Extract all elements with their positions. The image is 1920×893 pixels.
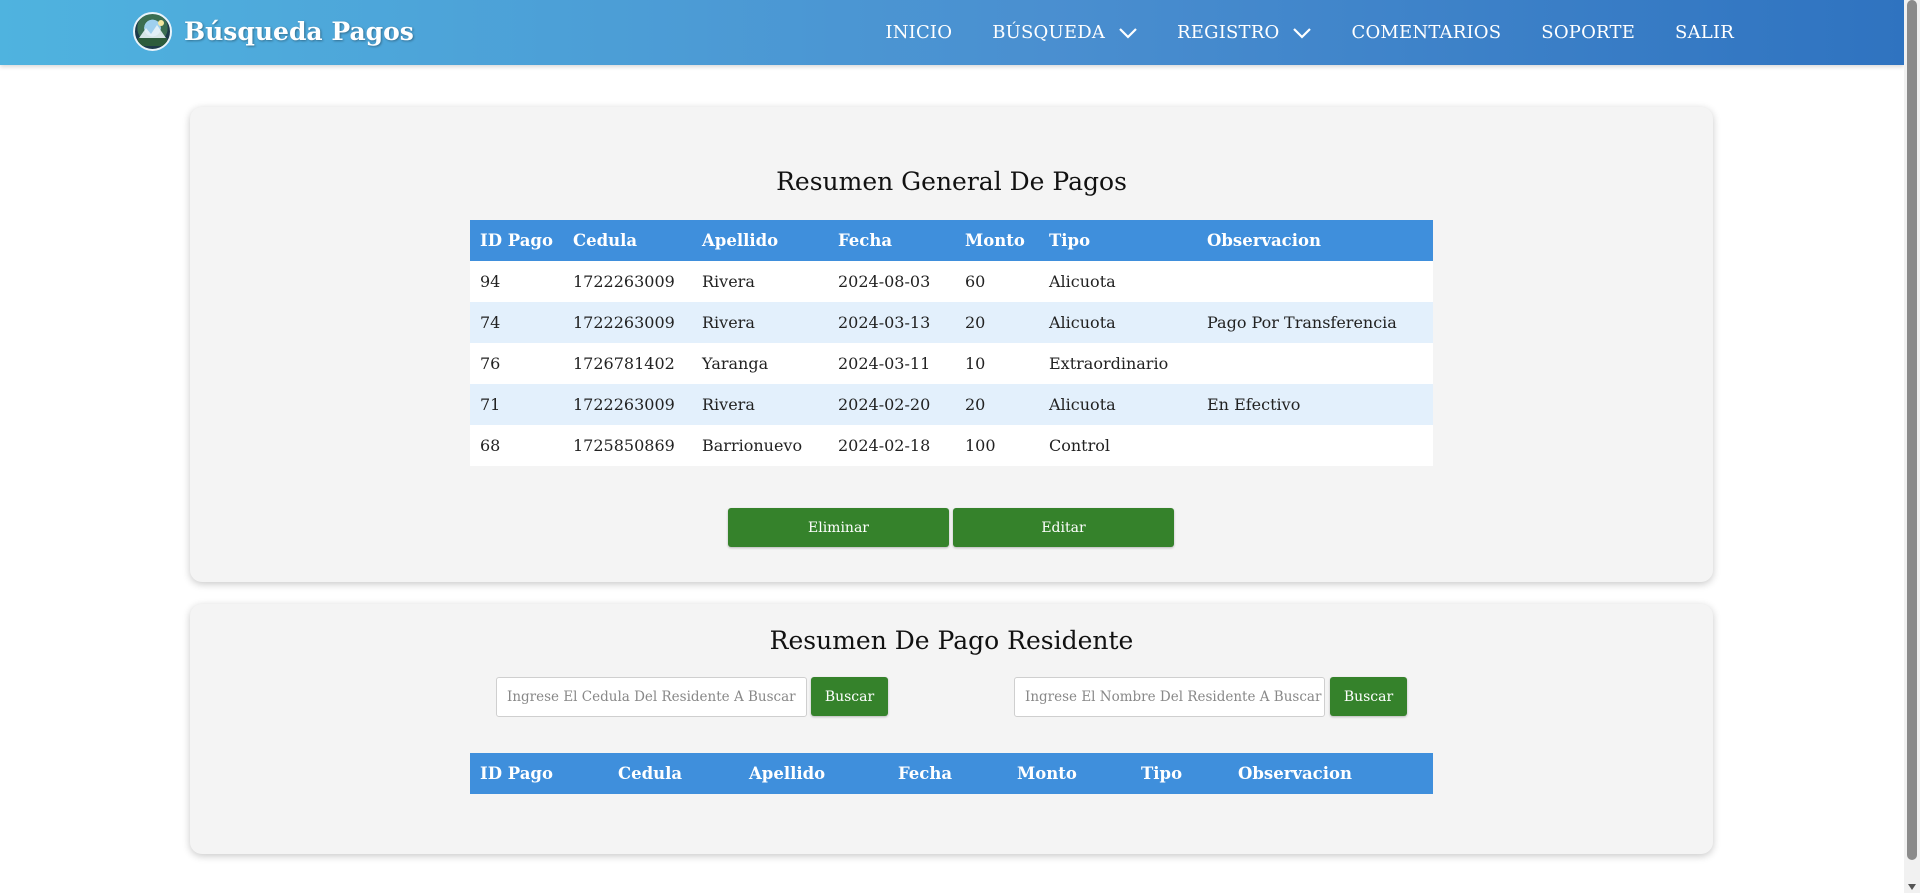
cell-tipo: Extraordinario <box>1049 354 1169 373</box>
search-cedula-button[interactable]: Buscar <box>811 677 888 716</box>
col-apellido[interactable]: Apellido <box>739 753 888 794</box>
main-nav: INICIO BÚSQUEDA REGISTRO COMENTARIOS SOP… <box>845 0 1734 65</box>
cell-monto: 100 <box>965 436 996 455</box>
cell-cedula: 1726781402 <box>573 354 675 373</box>
cell-id: 76 <box>480 354 501 373</box>
nav-salir[interactable]: SALIR <box>1675 22 1734 43</box>
table-header-row: ID Pago Cedula Apellido Fecha Monto Tipo… <box>470 753 1433 794</box>
cell-fecha: 2024-02-20 <box>838 395 931 414</box>
col-cedula[interactable]: Cedula <box>563 220 692 261</box>
resident-summary-title: Resumen De Pago Residente <box>769 626 1134 655</box>
cell-monto: 20 <box>965 395 986 414</box>
cell-apellido: Yaranga <box>702 354 769 373</box>
scroll-down-arrow-icon[interactable] <box>1908 884 1916 890</box>
cell-apellido: Rivera <box>702 313 755 332</box>
table-header-row: ID Pago Cedula Apellido Fecha Monto Tipo… <box>470 220 1433 261</box>
cell-tipo: Alicuota <box>1049 395 1116 414</box>
col-id-pago[interactable]: ID Pago <box>470 220 563 261</box>
search-nombre-button[interactable]: Buscar <box>1330 677 1407 716</box>
cell-cedula: 1722263009 <box>573 272 675 291</box>
delete-button[interactable]: Eliminar <box>728 508 949 547</box>
nav-label: BÚSQUEDA <box>992 22 1106 43</box>
general-summary-card: Resumen General De Pagos ID Pago Cedula … <box>190 107 1713 582</box>
col-tipo[interactable]: Tipo <box>1131 753 1228 794</box>
chevron-down-icon <box>1293 27 1312 39</box>
col-observacion[interactable]: Observacion <box>1197 220 1433 261</box>
brand[interactable]: Búsqueda Pagos <box>133 12 414 51</box>
cell-apellido: Barrionuevo <box>702 436 803 455</box>
col-apellido[interactable]: Apellido <box>692 220 828 261</box>
cedula-search-input[interactable] <box>496 677 807 717</box>
col-fecha[interactable]: Fecha <box>828 220 955 261</box>
cell-tipo: Alicuota <box>1049 313 1116 332</box>
cell-tipo: Control <box>1049 436 1111 455</box>
cell-monto: 10 <box>965 354 986 373</box>
edit-button[interactable]: Editar <box>953 508 1174 547</box>
cell-monto: 20 <box>965 313 986 332</box>
table-row[interactable]: 74 1722263009 Rivera 2024-03-13 20 Alicu… <box>470 302 1433 343</box>
table-row[interactable]: 76 1726781402 Yaranga 2024-03-11 10 Extr… <box>470 343 1433 384</box>
cell-observacion <box>1197 425 1433 466</box>
cell-observacion: En Efectivo <box>1207 395 1301 414</box>
cell-observacion: Pago Por Transferencia <box>1207 313 1397 332</box>
table-row[interactable]: 68 1725850869 Barrionuevo 2024-02-18 100… <box>470 425 1433 466</box>
community-logo-icon <box>133 12 172 51</box>
table-row[interactable]: 94 1722263009 Rivera 2024-08-03 60 Alicu… <box>470 261 1433 302</box>
general-summary-title: Resumen General De Pagos <box>776 167 1127 196</box>
resident-summary-card: Resumen De Pago Residente Buscar Buscar … <box>190 604 1713 854</box>
chevron-down-icon <box>1119 27 1137 39</box>
col-observacion[interactable]: Observacion <box>1228 753 1433 794</box>
col-fecha[interactable]: Fecha <box>888 753 1007 794</box>
cell-cedula: 1722263009 <box>573 313 675 332</box>
general-payments-table: ID Pago Cedula Apellido Fecha Monto Tipo… <box>470 220 1433 466</box>
table-row[interactable]: 71 1722263009 Rivera 2024-02-20 20 Alicu… <box>470 384 1433 425</box>
cell-apellido: Rivera <box>702 395 755 414</box>
col-cedula[interactable]: Cedula <box>608 753 739 794</box>
nav-label: REGISTRO <box>1177 22 1280 43</box>
cell-observacion <box>1197 261 1433 302</box>
brand-title: Búsqueda Pagos <box>184 17 414 46</box>
nav-label: INICIO <box>885 22 953 43</box>
cell-fecha: 2024-03-11 <box>838 354 931 373</box>
page-scrollbar[interactable] <box>1904 0 1920 893</box>
cell-fecha: 2024-08-03 <box>838 272 931 291</box>
cell-cedula: 1722263009 <box>573 395 675 414</box>
nav-inicio[interactable]: INICIO <box>885 22 952 43</box>
cell-id: 94 <box>480 272 501 291</box>
cell-fecha: 2024-02-18 <box>838 436 931 455</box>
nav-label: SOPORTE <box>1541 22 1636 43</box>
cell-id: 71 <box>480 395 501 414</box>
nav-soporte[interactable]: SOPORTE <box>1541 22 1635 43</box>
cell-fecha: 2024-03-13 <box>838 313 931 332</box>
col-monto[interactable]: Monto <box>1007 753 1131 794</box>
cell-tipo: Alicuota <box>1049 272 1116 291</box>
nombre-search-input[interactable] <box>1014 677 1325 717</box>
col-monto[interactable]: Monto <box>955 220 1039 261</box>
cell-monto: 60 <box>965 272 986 291</box>
nav-label: SALIR <box>1675 22 1734 43</box>
cell-observacion <box>1197 343 1433 384</box>
navbar: Búsqueda Pagos INICIO BÚSQUEDA REGISTRO … <box>0 0 1904 65</box>
nav-registro[interactable]: REGISTRO <box>1177 22 1312 43</box>
resident-payments-table: ID Pago Cedula Apellido Fecha Monto Tipo… <box>470 753 1433 794</box>
col-id-pago[interactable]: ID Pago <box>470 753 608 794</box>
nav-label: COMENTARIOS <box>1351 22 1502 43</box>
nav-comentarios[interactable]: COMENTARIOS <box>1351 22 1501 43</box>
scrollbar-thumb[interactable] <box>1907 0 1917 860</box>
cell-cedula: 1725850869 <box>573 436 675 455</box>
cell-id: 68 <box>480 436 501 455</box>
col-tipo[interactable]: Tipo <box>1039 220 1197 261</box>
nav-busqueda[interactable]: BÚSQUEDA <box>992 22 1137 43</box>
cell-apellido: Rivera <box>702 272 755 291</box>
cell-id: 74 <box>480 313 501 332</box>
